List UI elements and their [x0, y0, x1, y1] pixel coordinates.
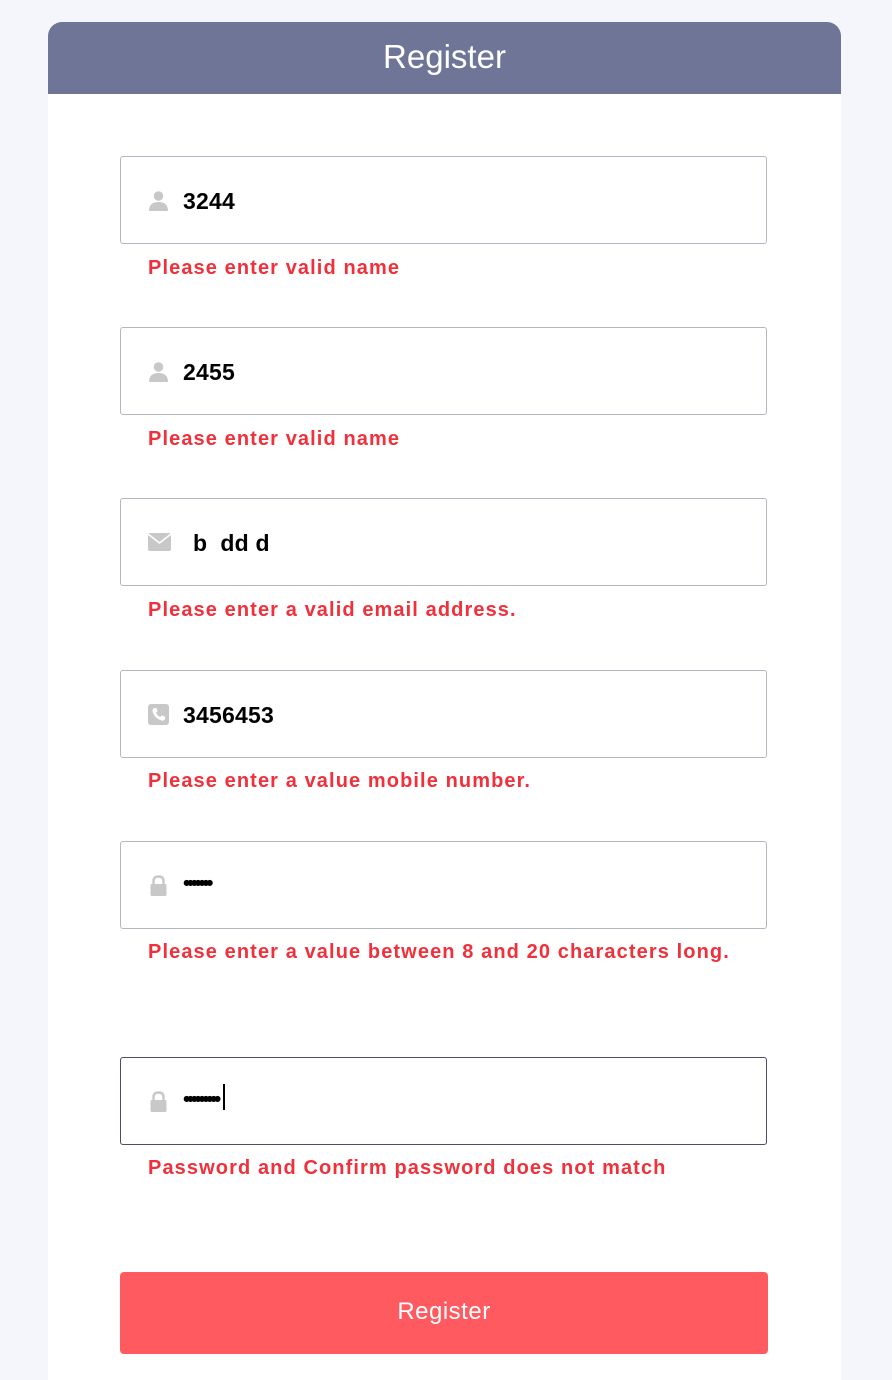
mobile-value: 3456453 — [183, 702, 274, 728]
envelope-icon — [147, 533, 172, 554]
confirm-password-value: ••••••••• — [183, 1088, 221, 1111]
first-name-error: Please enter valid name — [148, 257, 401, 279]
page-title: Register — [48, 22, 841, 94]
mobile-error: Please enter a value mobile number. — [148, 770, 532, 792]
first-name-value: 3244 — [183, 188, 235, 214]
last-name-value: 2455 — [183, 359, 235, 385]
register-button[interactable]: Register — [120, 1272, 768, 1354]
user-icon — [148, 361, 169, 382]
lock-icon — [148, 875, 169, 896]
email-value: b dd d — [193, 530, 270, 556]
last-name-field[interactable]: 2455 — [120, 327, 767, 415]
last-name-error: Please enter valid name — [148, 428, 401, 450]
password-value: ••••••• — [183, 872, 213, 895]
password-field[interactable]: ••••••• — [120, 841, 767, 929]
email-error: Please enter a valid email address. — [148, 599, 517, 621]
password-error: Please enter a value between 8 and 20 ch… — [148, 941, 730, 963]
phone-icon — [148, 704, 169, 725]
first-name-field[interactable]: 3244 — [120, 156, 767, 244]
text-cursor — [222, 1084, 225, 1111]
user-icon — [148, 190, 169, 211]
confirm-password-error: Password and Confirm password does not m… — [148, 1157, 667, 1179]
confirm-password-input-line: ••••••••• — [183, 1058, 225, 1144]
confirm-password-field[interactable]: ••••••••• — [120, 1057, 767, 1145]
register-card: Register 3244 Please enter valid name 24… — [48, 22, 841, 1380]
mobile-field[interactable]: 3456453 — [120, 670, 767, 758]
email-field[interactable]: b dd d — [120, 498, 767, 586]
lock-icon — [148, 1091, 169, 1112]
